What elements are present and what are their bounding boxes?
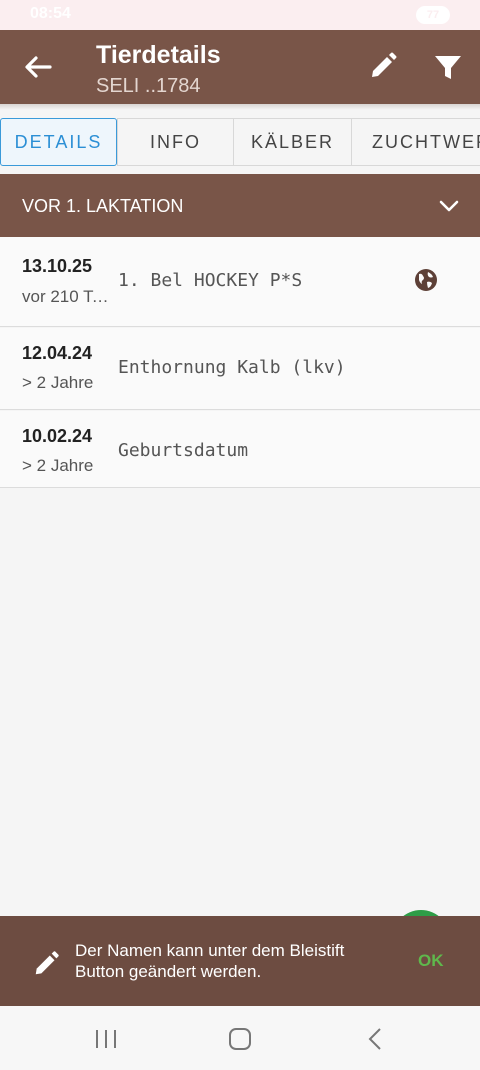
recent-apps-icon[interactable]: [92, 1026, 120, 1052]
page-title: Tierdetails: [96, 41, 221, 69]
snackbar-ok-button[interactable]: OK: [418, 951, 444, 971]
page-subtitle: SELI ..1784: [96, 75, 201, 97]
snackbar-message: Der Namen kann unter dem Bleistift Butto…: [75, 941, 345, 981]
app-bar: Tierdetails SELI ..1784: [0, 30, 480, 104]
tab-info[interactable]: INFO: [117, 118, 234, 166]
home-icon[interactable]: [226, 1026, 254, 1052]
event-row[interactable]: 13.10.25 vor 210 Tagen 1. Bel HOCKEY P*S: [0, 237, 480, 327]
battery-icon: 77: [416, 6, 450, 24]
section-label: VOR 1. LAKTATION: [22, 196, 184, 216]
back-icon[interactable]: [362, 1026, 390, 1052]
section-header-lactation[interactable]: VOR 1. LAKTATION: [0, 174, 480, 237]
event-row[interactable]: 10.02.24 > 2 Jahre Geburtsdatum: [0, 411, 480, 488]
event-date: 12.04.24: [22, 343, 93, 363]
status-time: 08:54: [30, 5, 71, 22]
pencil-icon: [35, 951, 59, 975]
tab-zuchtwerte[interactable]: ZUCHTWERTE: [351, 118, 480, 166]
event-age: vor 210 Tagen: [22, 287, 114, 306]
back-arrow-icon[interactable]: [22, 52, 54, 82]
tab-details[interactable]: DETAILS: [0, 118, 117, 166]
event-age: > 2 Jahre: [22, 373, 94, 392]
event-description: Enthornung Kalb (lkv): [118, 357, 346, 378]
tab-kaelber[interactable]: KÄLBER: [233, 118, 352, 166]
status-bar: 08:54 77: [0, 0, 480, 30]
snackbar: Der Namen kann unter dem Bleistift Butto…: [0, 916, 480, 1006]
event-date: 13.10.25: [22, 256, 93, 276]
event-row[interactable]: 12.04.24 > 2 Jahre Enthornung Kalb (lkv): [0, 328, 480, 410]
system-navigation-bar: [0, 1006, 480, 1070]
tab-bar: DETAILS INFO KÄLBER ZUCHTWERTE: [0, 118, 480, 166]
filter-icon[interactable]: [432, 51, 464, 83]
event-date: 10.02.24: [22, 426, 93, 446]
app-bar-shadow: [0, 104, 480, 110]
event-description: Geburtsdatum: [118, 440, 249, 461]
event-age: > 2 Jahre: [22, 456, 94, 475]
event-description: 1. Bel HOCKEY P*S: [118, 270, 303, 291]
chevron-down-icon[interactable]: [437, 194, 461, 218]
globe-icon: [415, 269, 437, 291]
edit-pencil-icon[interactable]: [367, 50, 399, 82]
